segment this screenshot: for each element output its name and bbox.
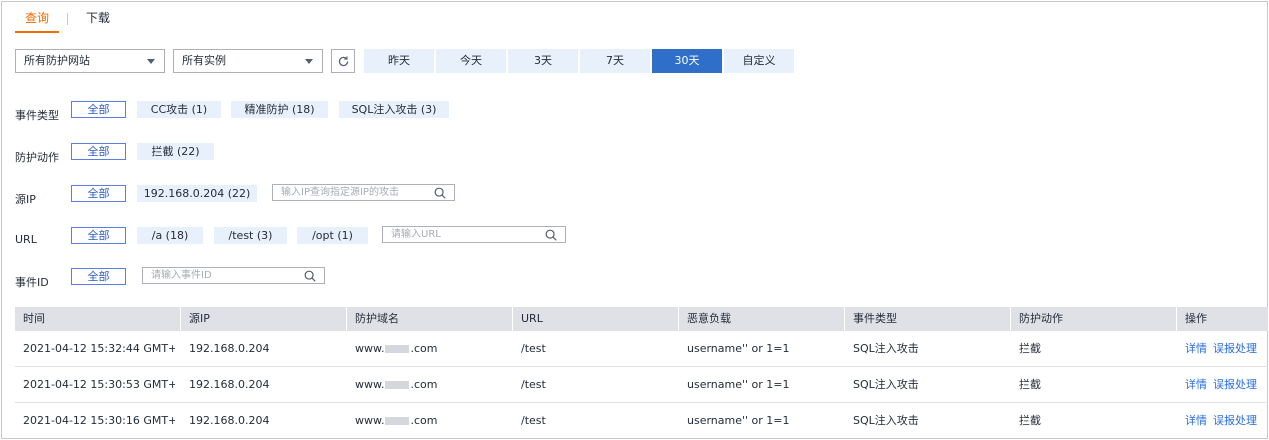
- domain-prefix: www.: [355, 378, 385, 391]
- domain-suffix: .com: [410, 378, 438, 391]
- cell-url: /test: [521, 414, 546, 427]
- table-row: 2021-04-12 15:30:53 GMT+08:... 192.168.0…: [15, 367, 1268, 403]
- chip-url-test[interactable]: /test (3): [214, 227, 287, 244]
- time-range-group: 昨天 今天 3天 7天 30天 自定义: [364, 49, 794, 73]
- action-label: 防护动作: [15, 151, 59, 164]
- event-id-search: [142, 267, 325, 284]
- cell-operation: 详情 误报处理: [1177, 367, 1263, 403]
- domain-suffix: .com: [410, 414, 438, 427]
- cell-url: /test: [521, 378, 546, 391]
- table-row: 2021-04-12 15:32:44 GMT+08:... 192.168.0…: [15, 331, 1268, 367]
- detail-link[interactable]: 详情: [1185, 414, 1207, 427]
- cell-domain: www. .com: [347, 367, 437, 403]
- cell-operation: 详情 误报处理: [1177, 403, 1263, 439]
- action-all-button[interactable]: 全部: [71, 143, 126, 160]
- search-icon[interactable]: [433, 186, 447, 200]
- table-header: 时间 源IP 防护域名 URL 恶意负载 事件类型 防护动作 操作: [15, 307, 1268, 331]
- false-alarm-link[interactable]: 误报处理: [1213, 342, 1257, 355]
- event-id-all-button[interactable]: 全部: [71, 268, 126, 285]
- event-id-input[interactable]: [143, 268, 300, 283]
- column-event-type: 事件类型: [853, 312, 897, 325]
- cell-time: 2021-04-12 15:30:16 GMT+08:...: [23, 414, 175, 427]
- range-custom[interactable]: 自定义: [724, 49, 794, 73]
- source-ip-search: [272, 184, 455, 201]
- site-select-value: 所有防护网站: [24, 54, 90, 67]
- cell-action: 拦截: [1019, 378, 1041, 391]
- cell-payload: username'' or 1=1: [687, 414, 790, 427]
- url-label: URL: [15, 233, 37, 246]
- chip-url-a[interactable]: /a (18): [137, 227, 203, 244]
- cell-source-ip: 192.168.0.204: [189, 414, 270, 427]
- range-today[interactable]: 今天: [436, 49, 506, 73]
- event-type-label: 事件类型: [15, 109, 59, 122]
- column-operation: 操作: [1185, 312, 1207, 325]
- cell-time: 2021-04-12 15:30:53 GMT+08:...: [23, 378, 175, 391]
- chip-cc-attack[interactable]: CC攻击 (1): [137, 101, 221, 118]
- cell-url: /test: [521, 342, 546, 355]
- cell-event-type: SQL注入攻击: [853, 414, 919, 427]
- chip-url-opt[interactable]: /opt (1): [297, 227, 368, 244]
- refresh-icon: [338, 55, 348, 66]
- column-time: 时间: [23, 312, 45, 325]
- domain-prefix: www.: [355, 414, 385, 427]
- chip-block[interactable]: 拦截 (22): [137, 143, 214, 160]
- cell-payload: username'' or 1=1: [687, 342, 790, 355]
- source-ip-label: 源IP: [15, 193, 36, 206]
- column-payload: 恶意负载: [687, 312, 731, 325]
- column-action: 防护动作: [1019, 312, 1063, 325]
- detail-link[interactable]: 详情: [1185, 378, 1207, 391]
- instance-select[interactable]: 所有实例: [173, 49, 323, 73]
- tab-download[interactable]: 下载: [76, 7, 120, 33]
- chip-source-ip[interactable]: 192.168.0.204 (22): [137, 185, 257, 202]
- chip-sql-injection[interactable]: SQL注入攻击 (3): [339, 101, 449, 118]
- false-alarm-link[interactable]: 误报处理: [1213, 378, 1257, 391]
- cell-event-type: SQL注入攻击: [853, 342, 919, 355]
- event-type-all-button[interactable]: 全部: [71, 101, 126, 118]
- search-icon[interactable]: [303, 269, 317, 283]
- column-source-ip: 源IP: [189, 312, 210, 325]
- domain-suffix: .com: [410, 342, 438, 355]
- cell-domain: www. .com: [347, 331, 437, 367]
- redacted-mask: [385, 417, 410, 425]
- tab-query[interactable]: 查询: [15, 7, 60, 33]
- url-all-button[interactable]: 全部: [71, 227, 126, 244]
- cell-source-ip: 192.168.0.204: [189, 342, 270, 355]
- cell-domain: www. .com: [347, 403, 437, 439]
- cell-operation: 详情 误报处理: [1177, 331, 1263, 367]
- instance-select-value: 所有实例: [182, 54, 226, 67]
- cell-action: 拦截: [1019, 414, 1041, 427]
- range-30-days[interactable]: 30天: [652, 49, 722, 73]
- domain-prefix: www.: [355, 342, 385, 355]
- range-yesterday[interactable]: 昨天: [364, 49, 434, 73]
- column-url: URL: [521, 312, 543, 325]
- refresh-button[interactable]: [331, 49, 355, 73]
- range-3-days[interactable]: 3天: [508, 49, 578, 73]
- column-domain: 防护域名: [355, 312, 399, 325]
- tab-bar: 查询 下载: [15, 7, 120, 33]
- url-input[interactable]: [383, 227, 541, 242]
- chip-precise-protection[interactable]: 精准防护 (18): [231, 101, 328, 118]
- false-alarm-link[interactable]: 误报处理: [1213, 414, 1257, 427]
- cell-time: 2021-04-12 15:32:44 GMT+08:...: [23, 342, 175, 355]
- cell-action: 拦截: [1019, 342, 1041, 355]
- tab-divider: [67, 13, 69, 25]
- url-search: [382, 226, 566, 243]
- cell-source-ip: 192.168.0.204: [189, 378, 270, 391]
- event-id-label: 事件ID: [15, 276, 49, 289]
- chevron-down-icon: [147, 59, 155, 64]
- table-row: 2021-04-12 15:30:16 GMT+08:... 192.168.0…: [15, 403, 1268, 439]
- chevron-down-icon: [305, 59, 313, 64]
- cell-event-type: SQL注入攻击: [853, 378, 919, 391]
- redacted-mask: [385, 381, 410, 389]
- detail-link[interactable]: 详情: [1185, 342, 1207, 355]
- search-icon[interactable]: [544, 228, 558, 242]
- cell-payload: username'' or 1=1: [687, 378, 790, 391]
- source-ip-input[interactable]: [273, 185, 430, 200]
- range-7-days[interactable]: 7天: [580, 49, 650, 73]
- site-select[interactable]: 所有防护网站: [15, 49, 165, 73]
- source-ip-all-button[interactable]: 全部: [71, 185, 126, 202]
- redacted-mask: [385, 345, 410, 353]
